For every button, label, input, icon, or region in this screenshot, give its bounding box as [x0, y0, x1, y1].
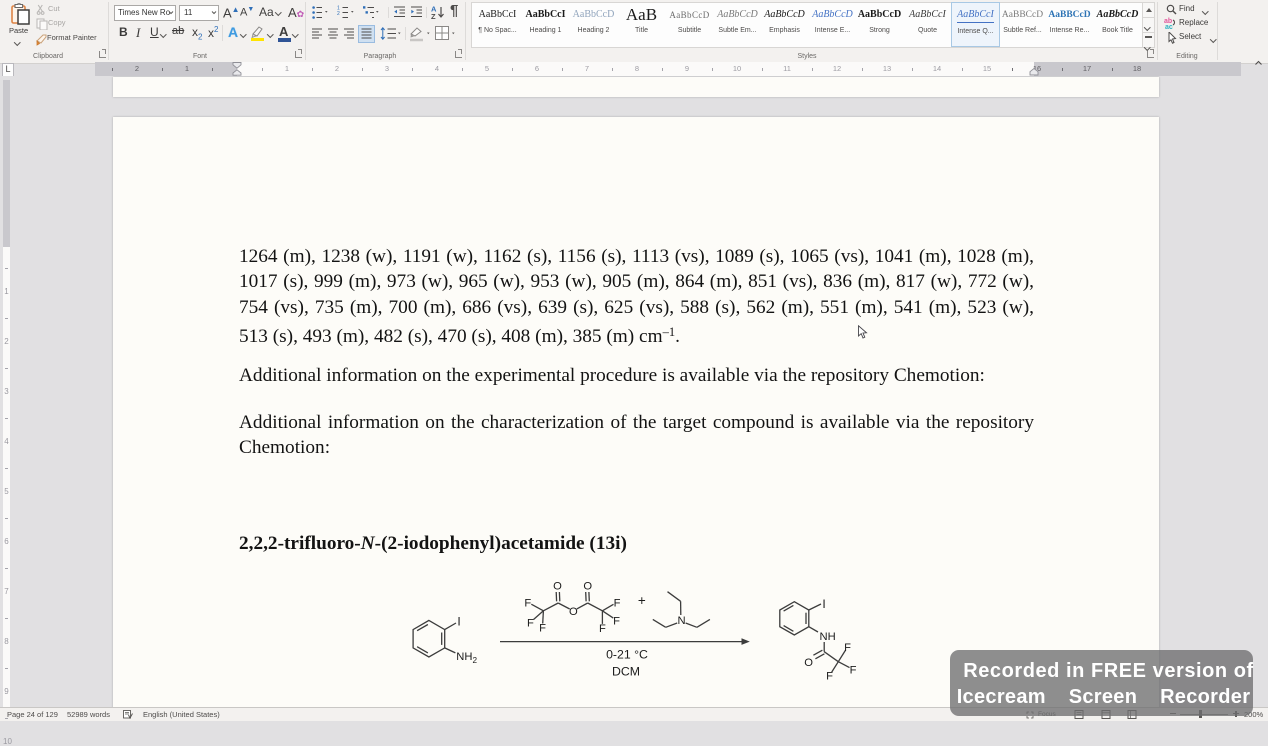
svg-text:+: + [638, 593, 646, 608]
svg-text:F: F [826, 671, 833, 683]
svg-text:O: O [569, 606, 578, 618]
svg-text:NH: NH [820, 631, 836, 643]
svg-text:I: I [457, 614, 460, 628]
svg-text:F: F [527, 617, 534, 629]
svg-text:DCM: DCM [612, 665, 640, 679]
svg-text:N: N [678, 615, 686, 627]
svg-text:F: F [599, 623, 606, 635]
svg-text:F: F [844, 642, 851, 654]
svg-text:F: F [614, 597, 621, 609]
svg-text:Z: Z [431, 12, 436, 20]
svg-text:O: O [553, 581, 562, 593]
svg-text:0-21 °C: 0-21 °C [606, 648, 648, 662]
svg-text:F: F [850, 665, 857, 677]
svg-text:2: 2 [337, 11, 340, 17]
svg-text:F: F [613, 615, 620, 627]
svg-text:I: I [822, 597, 825, 611]
svg-text:O: O [804, 657, 813, 669]
svg-text:NH2: NH2 [456, 651, 477, 665]
svg-text:F: F [539, 623, 546, 635]
svg-text:O: O [583, 581, 592, 593]
svg-text:ac: ac [1165, 24, 1173, 30]
svg-text:F: F [524, 597, 531, 609]
